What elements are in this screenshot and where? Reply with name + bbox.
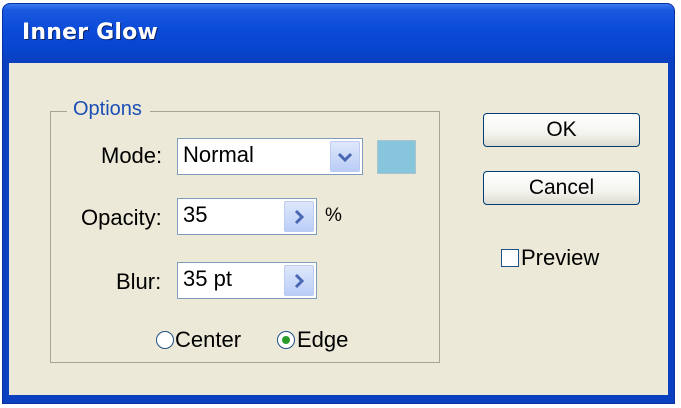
edge-radio-label[interactable]: Edge [297,327,348,353]
radio-selected-dot [282,336,290,344]
center-radio-label[interactable]: Center [175,327,241,353]
mode-label: Mode: [101,143,163,168]
title-bar[interactable]: Inner Glow [3,4,674,63]
mode-value: Normal [183,142,254,167]
mode-select[interactable]: Normal [177,138,363,175]
center-radio[interactable] [156,331,174,349]
preview-checkbox[interactable] [501,249,519,267]
ok-button[interactable]: OK [483,113,640,147]
cancel-button[interactable]: Cancel [483,171,640,205]
chevron-down-icon[interactable] [330,141,360,172]
blur-field[interactable]: 35 pt [177,262,317,299]
opacity-value: 35 [183,202,208,227]
opacity-label: Opacity: [81,205,162,230]
dialog-body: Options Mode: Normal Opacity: 35 % Blur:… [9,63,668,395]
chevron-right-icon[interactable] [284,265,314,296]
preview-label[interactable]: Preview [521,245,599,271]
blur-label: Blur: [116,269,162,294]
opacity-unit: % [325,205,342,226]
blur-value: 35 pt [183,266,232,291]
inner-glow-dialog: Inner Glow Options Mode: Normal Opacity:… [2,3,675,404]
edge-radio[interactable] [277,331,295,349]
opacity-field[interactable]: 35 [177,198,317,235]
options-group-label: Options [67,98,150,121]
glow-color-swatch[interactable] [377,140,416,174]
dialog-title: Inner Glow [22,20,158,45]
chevron-right-icon[interactable] [284,201,314,232]
